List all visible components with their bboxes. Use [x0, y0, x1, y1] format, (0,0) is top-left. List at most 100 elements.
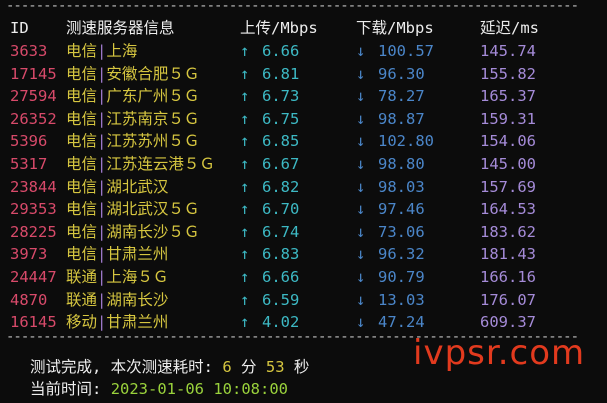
- row-isp: 联通: [66, 268, 98, 286]
- row-latency: 609.37: [480, 313, 536, 332]
- row-node: 电信|江苏南京５Ｇ: [66, 108, 199, 130]
- down-arrow-icon: ↓: [356, 132, 366, 151]
- row-download-value: 97.46: [378, 200, 425, 219]
- row-latency: 183.62: [480, 222, 536, 241]
- down-arrow-icon: ↓: [356, 245, 366, 264]
- row-id: 28225: [10, 222, 57, 241]
- table-row: 23844 电信|湖北武汉 ↑ 6.82 ↓ 98.03 157.69: [0, 176, 607, 198]
- row-node: 电信|湖北武汉５Ｇ: [66, 198, 199, 220]
- down-arrow-icon: ↓: [356, 313, 366, 332]
- row-node: 电信|湖北武汉: [66, 176, 168, 198]
- down-arrow-icon: ↓: [356, 268, 366, 286]
- row-upload: ↑ 6.81: [240, 63, 299, 85]
- row-id: 29353: [10, 200, 57, 219]
- row-download-value: 78.27: [378, 87, 425, 106]
- row-download-value: 96.32: [378, 245, 425, 264]
- down-arrow-icon: ↓: [356, 109, 366, 128]
- terminal-window[interactable]: ----------------------------------------…: [0, 0, 607, 403]
- header-id: ID: [10, 19, 29, 37]
- down-arrow-icon: ↓: [356, 87, 366, 106]
- row-download: ↓ 100.57: [356, 40, 434, 62]
- row-id: 26352: [10, 109, 57, 128]
- row-location: 湖北武汉５Ｇ: [106, 200, 200, 219]
- summary-timestamp: 2023-01-06 10:08:00: [110, 380, 288, 398]
- row-node: 电信|安徽合肥５Ｇ: [66, 63, 199, 85]
- row-node: 移动|甘肃兰州: [66, 311, 168, 333]
- row-id: 17145: [10, 64, 57, 83]
- table-row: 16145 移动|甘肃兰州 ↑ 4.02 ↓ 47.24 609.37: [0, 311, 607, 333]
- down-arrow-icon: ↓: [356, 200, 366, 219]
- row-location: 安徽合肥５Ｇ: [106, 64, 200, 83]
- row-download-value: 96.30: [378, 64, 425, 83]
- table-row: 5317 电信|江苏连云港５Ｇ ↑ 6.67 ↓ 98.80 145.00: [0, 153, 607, 175]
- row-upload: ↑ 6.67: [240, 153, 299, 175]
- row-download: ↓ 78.27: [356, 85, 425, 107]
- table-row: 29353 电信|湖北武汉５Ｇ ↑ 6.70 ↓ 97.46 164.53: [0, 198, 607, 220]
- row-upload: ↑ 6.85: [240, 130, 299, 152]
- row-download-value: 13.03: [378, 290, 425, 309]
- up-arrow-icon: ↑: [240, 290, 250, 309]
- row-isp: 电信: [66, 109, 98, 128]
- row-download: ↓ 98.87: [356, 108, 425, 130]
- row-id: 5396: [10, 132, 48, 151]
- row-upload: ↑ 6.66: [240, 40, 299, 62]
- row-separator: |: [97, 155, 107, 173]
- row-separator: |: [97, 64, 107, 83]
- row-upload-value: 6.59: [262, 290, 300, 309]
- row-node: 电信|广东广州５Ｇ: [66, 85, 199, 107]
- summary-done-label: 测试完成, 本次测速耗时:: [30, 358, 213, 376]
- row-location: 江苏苏州５Ｇ: [106, 132, 200, 151]
- row-latency: 181.43: [480, 245, 536, 264]
- row-download: ↓ 96.30: [356, 63, 425, 85]
- row-isp: 联通: [66, 290, 98, 309]
- row-download: ↓ 13.03: [356, 289, 425, 311]
- row-latency: 154.06: [480, 132, 536, 151]
- row-id: 3973: [10, 245, 48, 264]
- row-upload: ↑ 6.83: [240, 243, 299, 265]
- row-separator: |: [97, 268, 107, 286]
- table-row: 17145 电信|安徽合肥５Ｇ ↑ 6.81 ↓ 96.30 155.82: [0, 63, 607, 85]
- row-location: 广东广州５Ｇ: [106, 87, 200, 106]
- summary-minutes-unit: 分: [241, 358, 257, 376]
- row-download-value: 73.06: [378, 222, 425, 241]
- row-isp: 电信: [66, 200, 98, 219]
- row-upload-value: 6.81: [262, 64, 300, 83]
- row-location: 湖南长沙: [106, 290, 169, 309]
- row-download: ↓ 97.46: [356, 198, 425, 220]
- row-upload-value: 6.66: [262, 268, 300, 286]
- row-download-value: 102.80: [378, 132, 434, 151]
- row-upload-value: 6.70: [262, 200, 300, 219]
- row-latency: 155.82: [480, 64, 536, 83]
- row-id: 27594: [10, 87, 57, 106]
- row-node: 电信|湖南长沙５Ｇ: [66, 221, 199, 243]
- row-upload: ↑ 6.59: [240, 289, 299, 311]
- row-download: ↓ 96.32: [356, 243, 425, 265]
- table-row: 27594 电信|广东广州５Ｇ ↑ 6.73 ↓ 78.27 165.37: [0, 85, 607, 107]
- row-upload-value: 6.83: [262, 245, 300, 264]
- row-location: 上海５Ｇ: [106, 268, 169, 286]
- row-separator: |: [97, 290, 107, 309]
- row-separator: |: [97, 222, 107, 241]
- down-arrow-icon: ↓: [356, 222, 366, 241]
- up-arrow-icon: ↑: [240, 155, 250, 173]
- row-download-value: 98.80: [378, 155, 425, 173]
- row-id: 16145: [10, 313, 57, 332]
- row-upload-value: 6.67: [262, 155, 300, 173]
- row-upload-value: 4.02: [262, 313, 300, 332]
- row-download: ↓ 98.03: [356, 176, 425, 198]
- row-isp: 电信: [66, 245, 98, 264]
- down-arrow-icon: ↓: [356, 64, 366, 83]
- summary-time: 当前时间: 2023-01-06 10:08:00: [30, 378, 288, 400]
- row-latency: 157.69: [480, 177, 536, 196]
- row-upload: ↑ 4.02: [240, 311, 299, 333]
- row-id: 23844: [10, 177, 57, 196]
- row-isp: 电信: [66, 132, 98, 151]
- up-arrow-icon: ↑: [240, 313, 250, 332]
- row-latency: 159.31: [480, 109, 536, 128]
- row-id: 24447: [10, 268, 57, 286]
- row-node: 联通|上海５Ｇ: [66, 266, 168, 288]
- row-isp: 电信: [66, 222, 98, 241]
- row-upload-value: 6.75: [262, 109, 300, 128]
- row-node: 电信|江苏苏州５Ｇ: [66, 130, 199, 152]
- row-download: ↓ 90.79: [356, 266, 425, 288]
